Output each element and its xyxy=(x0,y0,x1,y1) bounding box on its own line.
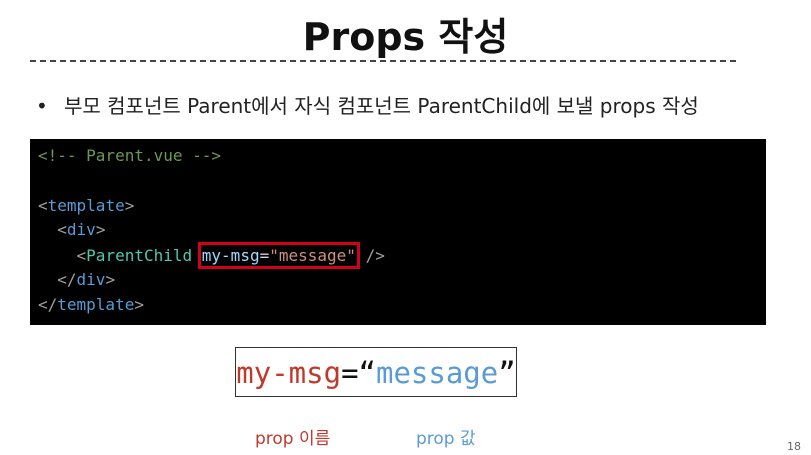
page-title: Props 작성 xyxy=(302,15,509,59)
prop-example-box: my-msg=“message” xyxy=(235,347,517,397)
code-punct: < xyxy=(38,196,48,215)
code-line-template-close: </template> xyxy=(38,294,144,316)
code-attr-value: "message" xyxy=(269,246,356,265)
code-line-template-open: <template> xyxy=(38,195,134,217)
bullet-text: 부모 컴포넌트 Parent에서 자식 컴포넌트 ParentChild에 보낼… xyxy=(64,94,699,118)
example-close-quote: ” xyxy=(498,356,516,390)
code-punct: > xyxy=(95,220,106,239)
code-block: <!-- Parent.vue --> <template> <div> <Pa… xyxy=(30,139,766,325)
code-punct: > xyxy=(105,270,116,289)
example-open-quote: “ xyxy=(358,356,376,390)
highlighted-prop: my-msg="message" xyxy=(197,242,360,269)
code-equals: = xyxy=(259,246,270,265)
code-line-comment: <!-- Parent.vue --> xyxy=(38,145,221,167)
example-prop-name: my-msg xyxy=(236,356,342,390)
code-tag-template: template xyxy=(47,196,125,215)
code-comment: <!-- Parent.vue --> xyxy=(38,146,222,165)
prop-value-label: prop 값 xyxy=(416,429,476,449)
code-punct: > xyxy=(134,295,144,314)
code-punct: < xyxy=(76,246,87,265)
code-line-component: <ParentChild my-msg="message" /> xyxy=(38,242,385,269)
example-prop-value: message xyxy=(376,356,499,390)
code-punct: </ xyxy=(57,270,77,289)
bullet-symbol: • xyxy=(36,94,48,118)
code-tag-div-close: div xyxy=(76,270,106,289)
code-punct: > xyxy=(124,196,135,215)
code-attr-name: my-msg xyxy=(201,246,260,265)
code-self-close: /> xyxy=(365,246,385,265)
code-line-div-open: <div> xyxy=(38,219,105,241)
prop-name-label: prop 이름 xyxy=(255,429,331,449)
code-punct: < xyxy=(57,220,67,239)
example-equals: = xyxy=(341,356,359,390)
bullet-item: • 부모 컴포넌트 Parent에서 자식 컴포넌트 ParentChild에 보… xyxy=(36,90,806,119)
code-tag-div: div xyxy=(66,220,96,239)
page-number: 18 xyxy=(787,440,801,453)
code-tag-template-close: template xyxy=(57,295,135,314)
title-divider xyxy=(30,60,736,62)
code-punct: </ xyxy=(38,295,58,314)
code-line-div-close: </div> xyxy=(38,269,115,291)
code-component-name: ParentChild xyxy=(86,246,193,265)
